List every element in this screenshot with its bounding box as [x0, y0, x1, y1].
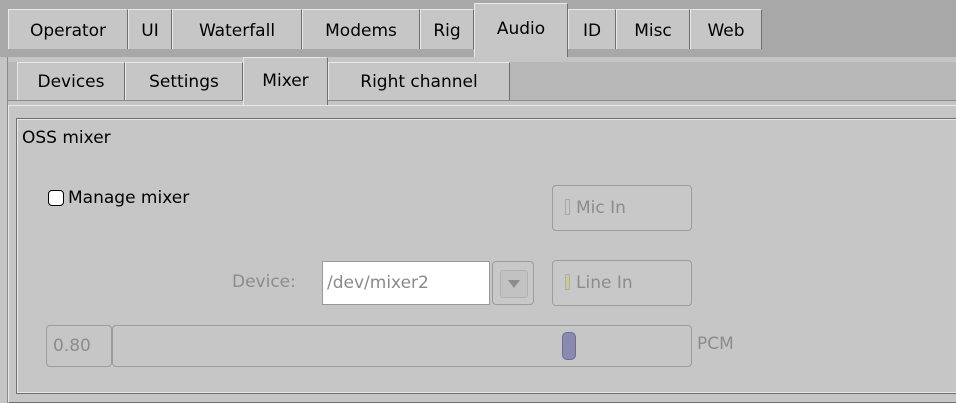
manage-mixer-label: Manage mixer — [68, 188, 190, 208]
chevron-down-icon — [508, 280, 520, 288]
line-in-indicator-icon — [565, 274, 570, 290]
pcm-value-display: 0.80 — [46, 325, 112, 367]
manage-mixer-checkbox[interactable]: Manage mixer — [48, 188, 189, 208]
mic-in-button[interactable]: Mic In — [552, 185, 692, 231]
subtab-mixer[interactable]: Mixer — [243, 57, 328, 105]
mic-in-indicator-icon — [565, 199, 570, 215]
tab-audio[interactable]: Audio — [474, 3, 568, 57]
panel-left-edge — [0, 57, 8, 403]
pcm-slider[interactable] — [112, 325, 692, 367]
subtab-right-channel[interactable]: Right channel — [328, 62, 510, 100]
pcm-slider-thumb[interactable] — [562, 332, 576, 360]
dropdown-arrow-box — [500, 270, 528, 298]
tab-rig[interactable]: Rig — [420, 9, 474, 49]
tab-id[interactable]: ID — [568, 9, 616, 49]
line-in-label: Line In — [576, 273, 633, 293]
tab-misc[interactable]: Misc — [616, 9, 690, 49]
group-title: OSS mixer — [22, 128, 111, 148]
tab-ui[interactable]: UI — [128, 9, 172, 49]
tab-modems[interactable]: Modems — [302, 9, 420, 49]
tab-operator[interactable]: Operator — [8, 9, 128, 49]
line-in-button[interactable]: Line In — [552, 260, 692, 306]
device-dropdown-button[interactable] — [492, 261, 534, 305]
tab-web[interactable]: Web — [690, 9, 762, 49]
pcm-label: PCM — [697, 334, 734, 354]
device-input[interactable]: /dev/mixer2 — [322, 261, 490, 305]
device-label: Device: — [232, 272, 296, 292]
subtab-devices[interactable]: Devices — [17, 62, 125, 100]
subtab-settings[interactable]: Settings — [125, 62, 243, 100]
mic-in-label: Mic In — [576, 198, 626, 218]
tab-waterfall[interactable]: Waterfall — [172, 9, 302, 49]
checkbox-box[interactable] — [48, 190, 64, 206]
